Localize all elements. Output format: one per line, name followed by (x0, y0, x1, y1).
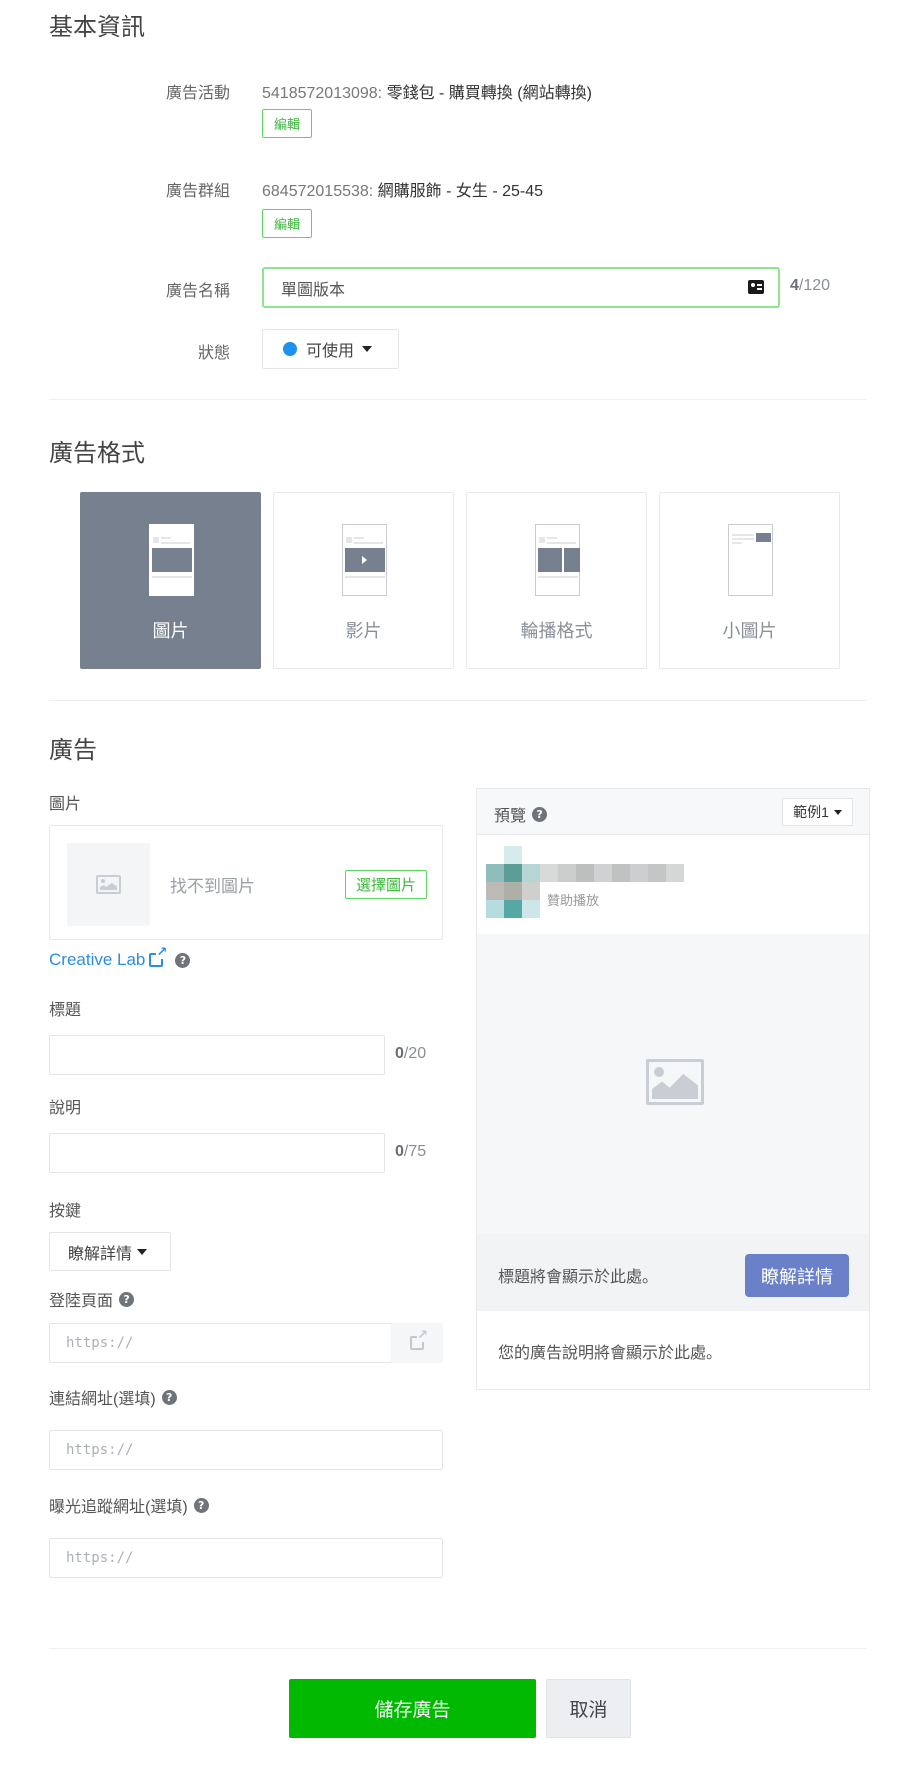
headline-counter: 0/20 (395, 1045, 426, 1063)
preview-headline: 標題將會顯示於此處。 (498, 1269, 659, 1286)
description-count: 0 (395, 1143, 404, 1160)
cta-dropdown[interactable]: 瞭解詳情 (49, 1232, 171, 1271)
basic-info-title: 基本資訊 (49, 14, 145, 41)
help-icon[interactable]: ? (175, 952, 191, 968)
landing-page-label-text: 登陸頁面 (49, 1293, 114, 1310)
footer-divider (49, 1648, 867, 1649)
image-placeholder-icon (96, 875, 121, 894)
caret-down-icon (362, 346, 373, 352)
external-link-icon (410, 1329, 428, 1350)
ad-name-label: 廣告名稱 (165, 283, 230, 300)
campaign-name: 零錢包 - 購買轉換 (網站轉換) (386, 85, 592, 102)
save-ad-button[interactable]: 儲存廣告 (289, 1679, 536, 1738)
section-divider (49, 399, 867, 400)
impression-url-label-text: 曝光追蹤網址(選填) (49, 1499, 188, 1516)
link-url-input[interactable] (49, 1430, 443, 1470)
ad-group-name: 網購服飾 - 女生 - (377, 183, 503, 200)
campaign-value: 5418572013098: 零錢包 - 購買轉換 (網站轉換) (262, 79, 592, 103)
cancel-button[interactable]: 取消 (546, 1679, 631, 1738)
format-option-label: 小圖片 (722, 621, 777, 641)
format-option-video[interactable]: 影片 (273, 492, 454, 669)
help-icon[interactable]: ? (532, 806, 548, 822)
image-label: 圖片 (49, 796, 82, 813)
no-image-text: 找不到圖片 (170, 877, 255, 896)
headline-input[interactable] (49, 1035, 385, 1075)
preview-description: 您的廣告說明將會顯示於此處。 (498, 1345, 723, 1362)
creative-lab-label: Creative Lab (49, 950, 146, 969)
caret-down-icon (137, 1248, 148, 1255)
ad-name-counter: 4/120 (790, 277, 830, 295)
status-label: 狀態 (197, 345, 230, 362)
ad-group-label: 廣告群組 (165, 183, 230, 200)
description-label: 說明 (49, 1100, 82, 1117)
edit-campaign-button[interactable]: 編輯 (262, 109, 312, 138)
cta-value: 瞭解詳情 (68, 1245, 133, 1263)
impression-url-label: 曝光追蹤網址(選填) ? (49, 1493, 209, 1517)
ad-group-id: 684572015538: (262, 183, 378, 200)
description-counter: 0/75 (395, 1143, 426, 1161)
choose-image-button[interactable]: 選擇圖片 (345, 870, 427, 899)
description-input[interactable] (49, 1133, 385, 1173)
sponsored-label: 贊助播放 (547, 893, 600, 908)
format-option-carousel[interactable]: 輪播格式 (466, 492, 647, 669)
contact-card-icon[interactable] (748, 280, 764, 294)
preview-sponsor-row: 贊助播放 (477, 835, 869, 934)
preview-image-area (477, 934, 869, 1234)
open-landing-page-button[interactable] (391, 1323, 443, 1363)
format-option-label: 影片 (345, 621, 382, 641)
landing-page-label: 登陸頁面 ? (49, 1287, 135, 1311)
campaign-label: 廣告活動 (165, 85, 230, 102)
preview-title: 預覽 ? (494, 802, 548, 826)
ad-section-title: 廣告 (49, 737, 97, 764)
edit-ad-group-button[interactable]: 編輯 (262, 209, 312, 238)
help-icon[interactable]: ? (193, 1497, 209, 1513)
link-url-label-text: 連結網址(選填) (49, 1391, 156, 1408)
format-option-small-image[interactable]: 小圖片 (659, 492, 840, 669)
preview-header: 預覽 ? 範例1 (477, 789, 869, 835)
ad-name-input[interactable] (262, 267, 780, 308)
preview-title-text: 預覽 (494, 808, 527, 825)
ad-group-value: 684572015538: 網購服飾 - 女生 - 25-45 (262, 177, 543, 201)
creative-lab-link[interactable]: Creative Lab ? (49, 946, 191, 970)
headline-label: 標題 (49, 1002, 82, 1019)
help-icon[interactable]: ? (161, 1389, 177, 1405)
cta-label: 按鍵 (49, 1203, 82, 1220)
format-option-label: 輪播格式 (520, 621, 593, 641)
image-placeholder-icon (646, 1059, 704, 1105)
external-link-icon (149, 946, 168, 967)
ad-name-count: 4 (790, 277, 799, 294)
impression-url-input[interactable] (49, 1538, 443, 1578)
preview-cta-button: 瞭解詳情 (745, 1254, 849, 1297)
format-option-label: 圖片 (152, 621, 189, 641)
status-dot-icon (283, 342, 297, 356)
status-value: 可使用 (306, 343, 355, 360)
section-divider (49, 700, 867, 701)
video-format-icon (342, 524, 387, 596)
ad-name-max: /120 (798, 277, 831, 294)
preview-sample-value: 範例1 (793, 804, 829, 820)
preview-cta-row: 標題將會顯示於此處。 瞭解詳情 (477, 1234, 869, 1311)
preview-sample-select[interactable]: 範例1 (782, 798, 853, 826)
ad-format-title: 廣告格式 (49, 440, 145, 467)
image-picker: 找不到圖片 選擇圖片 (49, 825, 443, 940)
help-icon[interactable]: ? (119, 1291, 135, 1307)
ad-group-age: 25-45 (502, 183, 544, 200)
landing-page-input[interactable] (49, 1323, 392, 1363)
carousel-format-icon (535, 524, 580, 596)
single-image-format-icon (149, 524, 194, 596)
description-max: /75 (403, 1143, 427, 1160)
link-url-label: 連結網址(選填) ? (49, 1385, 177, 1409)
status-dropdown[interactable]: 可使用 (262, 329, 399, 369)
campaign-id: 5418572013098: (262, 85, 387, 102)
ad-preview-panel: 預覽 ? 範例1 贊助播放 標題將會顯示於此處。 瞭解詳情 您的廣告說明將會顯示… (476, 788, 870, 1390)
headline-count: 0 (395, 1045, 404, 1062)
caret-down-icon (833, 809, 842, 815)
headline-max: /20 (403, 1045, 427, 1062)
small-image-format-icon (728, 524, 773, 596)
format-option-image[interactable]: 圖片 (80, 492, 261, 669)
image-thumbnail (67, 843, 150, 926)
